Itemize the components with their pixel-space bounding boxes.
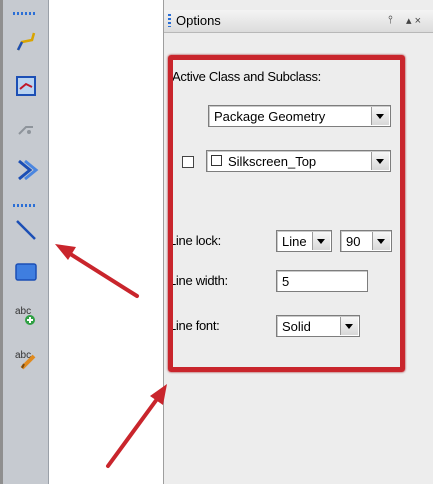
active-class-label: Active Class and Subclass: <box>172 69 321 84</box>
chevron-down-icon[interactable] <box>372 232 390 250</box>
shape-icon[interactable] <box>12 156 40 184</box>
line-lock-angle-dropdown[interactable]: 90 <box>340 230 392 252</box>
line-font-value: Solid <box>282 319 311 334</box>
line-lock-type-value: Line <box>282 234 307 249</box>
chevron-down-icon[interactable] <box>312 232 330 250</box>
class-value: Package Geometry <box>214 109 326 124</box>
options-panel: Options ⫯ ▴ × Active Class and Subclass:… <box>164 0 433 484</box>
subclass-value: Silkscreen_Top <box>228 154 317 169</box>
pin-icon[interactable]: ⫯ <box>388 14 393 27</box>
chevron-down-icon[interactable] <box>371 107 389 125</box>
toolbar-grip-2[interactable] <box>13 204 37 207</box>
route-connect-icon[interactable] <box>12 28 40 56</box>
line-font-label: Line font: <box>169 318 220 333</box>
add-rect-icon[interactable] <box>12 258 40 286</box>
line-width-label: Line width: <box>169 273 228 288</box>
line-width-value: 5 <box>282 274 290 289</box>
line-width-input[interactable]: 5 <box>276 270 368 292</box>
color-swatch <box>211 155 222 166</box>
subclass-checkbox[interactable] <box>182 156 194 168</box>
line-font-dropdown[interactable]: Solid <box>276 315 360 337</box>
subclass-dropdown[interactable]: Silkscreen_Top <box>206 150 391 172</box>
add-connect-icon[interactable] <box>12 72 40 100</box>
design-canvas[interactable] <box>49 0 164 484</box>
edit-text-icon[interactable]: abc <box>12 344 40 372</box>
line-lock-angle-value: 90 <box>346 234 361 249</box>
panel-title-bar[interactable]: Options ⫯ ▴ × <box>164 10 433 33</box>
chevron-down-icon[interactable] <box>340 317 358 335</box>
chevron-down-icon[interactable] <box>371 152 389 170</box>
class-dropdown[interactable]: Package Geometry <box>208 105 391 127</box>
line-lock-type-dropdown[interactable]: Line <box>276 230 332 252</box>
add-text-icon[interactable]: abc <box>12 300 40 328</box>
panel-close-controls[interactable]: ▴ × <box>406 14 421 27</box>
vertical-toolbar: abc abc <box>3 0 49 484</box>
slide-icon[interactable] <box>12 114 40 142</box>
add-line-icon[interactable] <box>12 216 40 244</box>
toolbar-grip[interactable] <box>13 12 37 15</box>
line-lock-label: Line lock: <box>169 233 221 248</box>
panel-grip[interactable] <box>168 14 171 27</box>
panel-title: Options <box>176 13 221 28</box>
